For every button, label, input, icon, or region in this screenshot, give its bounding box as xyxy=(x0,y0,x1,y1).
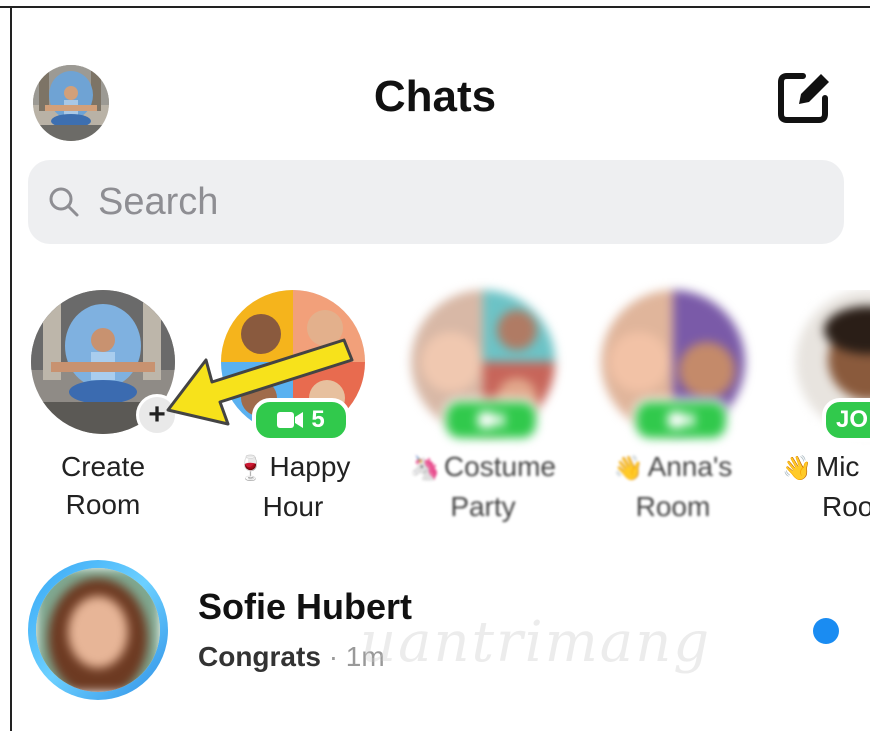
room-costume-party[interactable]: 🦄 Costume Party xyxy=(408,290,558,526)
room-label: 🍷 Happy Hour xyxy=(235,451,351,522)
video-call-badge xyxy=(632,398,730,442)
room-mic-room[interactable]: JO 👋 Mic Roo xyxy=(782,290,870,526)
room-label: Create Room xyxy=(60,451,146,520)
compose-icon xyxy=(778,73,829,123)
video-icon xyxy=(668,412,694,428)
room-label: 🦄 Costume Party xyxy=(410,451,556,522)
annotation-arrow-icon xyxy=(166,338,354,426)
watermark: uantrimang xyxy=(360,610,712,675)
video-call-badge xyxy=(442,398,540,442)
frame-top-border xyxy=(0,6,870,8)
room-label: 👋 Mic Roo xyxy=(782,451,870,522)
search-icon xyxy=(49,187,79,217)
search-bar[interactable] xyxy=(28,160,844,244)
room-label: 👋 Anna's Room xyxy=(613,451,733,522)
chat-avatar[interactable] xyxy=(28,560,168,700)
unread-indicator xyxy=(813,618,839,644)
video-icon xyxy=(478,412,504,428)
search-input[interactable] xyxy=(96,176,800,228)
compose-button[interactable] xyxy=(775,68,833,126)
chat-avatar-image xyxy=(36,568,160,692)
room-annas-room[interactable]: 👋 Anna's Room xyxy=(598,290,748,526)
video-call-badge: JO xyxy=(822,398,870,442)
chat-message-preview: Congrats · 1m xyxy=(198,641,385,672)
page-title: Chats xyxy=(373,72,497,121)
room-create[interactable]: + Create Room xyxy=(28,290,178,524)
